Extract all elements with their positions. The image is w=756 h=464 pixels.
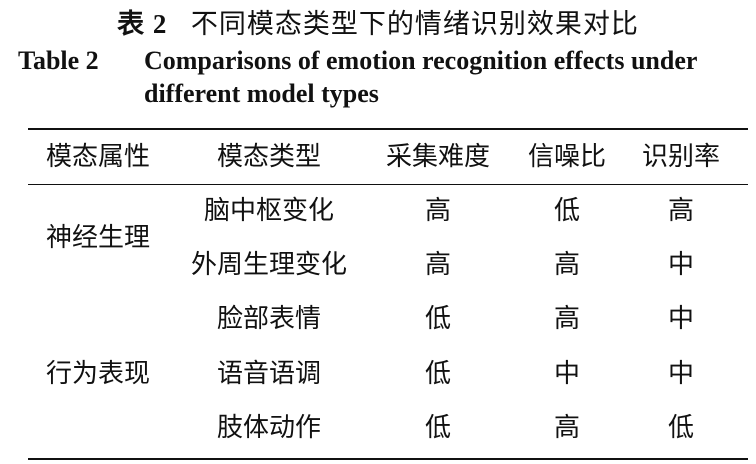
header-collection-difficulty: 采集难度 [385, 142, 490, 172]
table-caption-english: Table 2 Comparisons of emotion recognitio… [18, 44, 748, 110]
group-label-behavior: 行为表现 [45, 359, 150, 389]
row4-snr: 中 [553, 359, 580, 389]
row5-modality-type: 肢体动作 [216, 413, 321, 443]
row2-modality-type: 外周生理变化 [190, 250, 347, 280]
row3-modality-type: 脸部表情 [216, 304, 321, 334]
row2-recognition-rate: 中 [667, 250, 694, 280]
row5-snr: 高 [553, 413, 580, 443]
table-title-english-line2: different model types [144, 79, 379, 108]
table-bottom-rule [28, 458, 748, 460]
table-number-chinese: 表 2 [117, 9, 168, 39]
row5-recognition-rate: 低 [667, 413, 694, 443]
row4-difficulty: 低 [424, 359, 451, 389]
row2-difficulty: 高 [424, 250, 451, 280]
table-caption-chinese: 表 2 不同模态类型下的情绪识别效果对比 [0, 6, 756, 43]
row1-snr: 低 [553, 196, 580, 226]
row1-modality-type: 脑中枢变化 [203, 196, 334, 226]
table-header-rule [28, 184, 748, 185]
header-signal-noise-ratio: 信噪比 [527, 142, 606, 172]
header-modality-type: 模态类型 [216, 142, 321, 172]
table-title-chinese: 不同模态类型下的情绪识别效果对比 [190, 9, 639, 40]
row1-recognition-rate: 高 [667, 196, 694, 226]
group-label-neurophysiology: 神经生理 [45, 223, 150, 253]
table-top-rule [28, 128, 748, 130]
header-recognition-rate: 识别率 [641, 142, 720, 172]
row3-recognition-rate: 中 [667, 304, 694, 334]
row5-difficulty: 低 [424, 413, 451, 443]
table-number-english: Table 2 [18, 46, 99, 75]
row2-snr: 高 [553, 250, 580, 280]
row3-snr: 高 [553, 304, 580, 334]
header-modality-attribute: 模态属性 [45, 142, 150, 172]
table-title-english-line1: Comparisons of emotion recognition effec… [144, 46, 698, 75]
row4-modality-type: 语音语调 [216, 359, 321, 389]
row3-difficulty: 低 [424, 304, 451, 334]
row1-difficulty: 高 [424, 196, 451, 226]
row4-recognition-rate: 中 [667, 359, 694, 389]
